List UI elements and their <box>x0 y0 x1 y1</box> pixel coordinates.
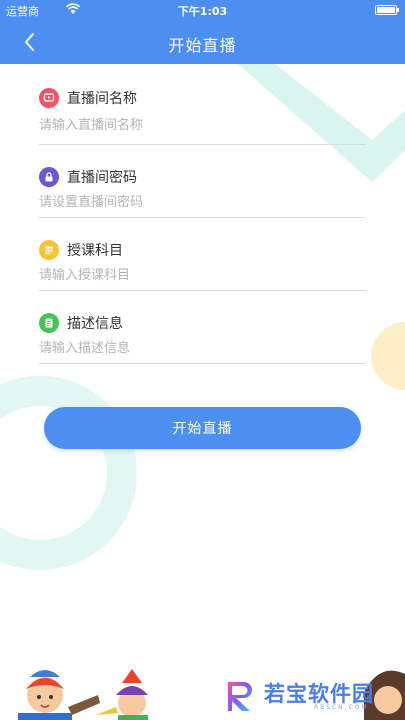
live-setup-form: 直播间名称 直播间密码 授课科目 描述信息 <box>39 64 366 364</box>
subject-list-icon <box>39 240 59 260</box>
rb-logo-icon <box>228 682 252 711</box>
field-label: 描述信息 <box>67 316 123 332</box>
field-label-row: 直播间密码 <box>39 166 137 188</box>
page-title: 开始直播 <box>168 36 237 55</box>
room-name-input[interactable] <box>39 113 366 137</box>
field-room-name: 直播间名称 <box>39 64 366 145</box>
field-label-row: 直播间名称 <box>39 87 137 109</box>
field-label: 授课科目 <box>67 243 123 259</box>
lock-icon <box>39 167 59 187</box>
field-description: 描述信息 <box>39 291 366 364</box>
description-input[interactable] <box>39 336 366 360</box>
status-time: 下午1:03 <box>177 5 228 18</box>
watermark-subtext: RBSCN.COM <box>314 704 369 711</box>
subject-input[interactable] <box>39 263 366 287</box>
field-subject: 授课科目 <box>39 218 366 291</box>
field-label-row: 描述信息 <box>39 312 123 334</box>
status-bar: 运营商 下午1:03 <box>0 0 405 20</box>
field-room-password: 直播间密码 <box>39 145 366 218</box>
nav-bar: 开始直播 <box>0 20 405 64</box>
battery-icon <box>375 5 399 15</box>
field-label: 直播间密码 <box>67 170 137 186</box>
field-label-row: 授课科目 <box>39 239 123 261</box>
field-label: 直播间名称 <box>67 91 137 107</box>
room-password-input[interactable] <box>39 190 366 214</box>
document-icon <box>39 313 59 333</box>
kids-illustration <box>18 669 148 720</box>
live-room-icon <box>39 88 59 108</box>
start-live-button[interactable]: 开始直播 <box>44 407 361 449</box>
